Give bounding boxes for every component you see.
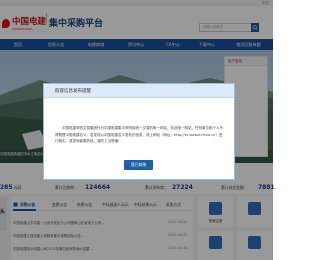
dialog-title: 假冒信息发布提醒	[55, 89, 91, 94]
dialog-message: 中国电建采购交易集团作为中国电建集中采购和统一交易的唯一网站，仅此唯一网站，任何…	[55, 126, 223, 143]
acknowledge-button[interactable]: 我已知晓	[124, 160, 153, 170]
fraud-warning-dialog: 假冒信息发布提醒 中国电建采购交易集团作为中国电建集中采购和统一交易的唯一网站，…	[43, 83, 235, 180]
